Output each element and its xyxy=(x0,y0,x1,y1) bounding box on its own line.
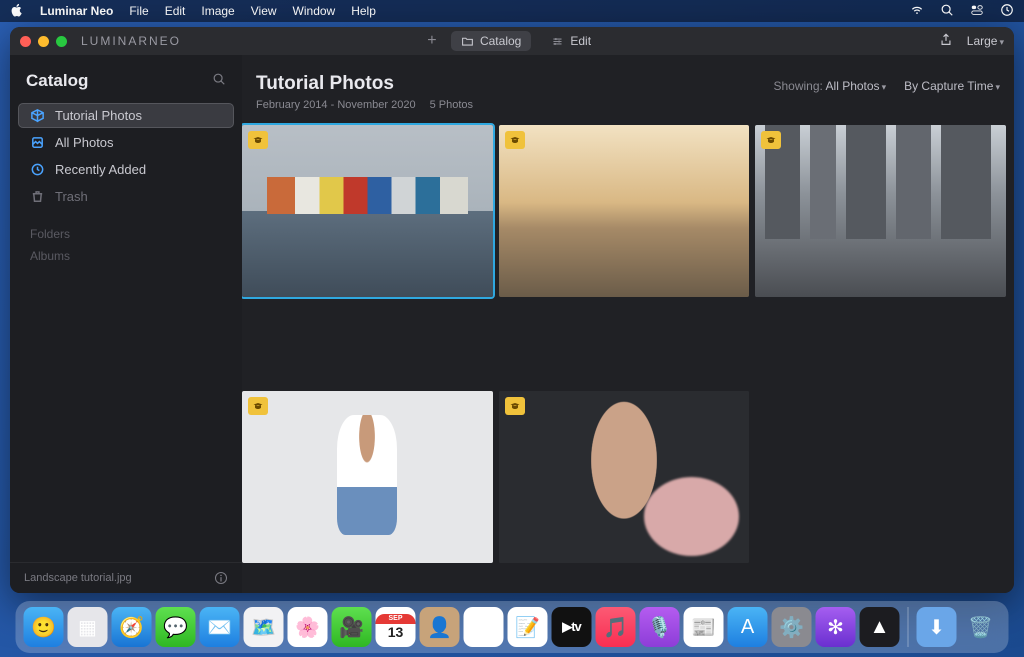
dock-icon-finder[interactable]: 🙂 xyxy=(24,607,64,647)
sidebar-item-label: Recently Added xyxy=(55,162,146,177)
app-logo: LUMINARNEO xyxy=(81,34,181,48)
dock-icon-downloads[interactable]: ⬇ xyxy=(917,607,957,647)
tutorial-badge-icon xyxy=(761,131,781,149)
dock-icon-messages[interactable]: 💬 xyxy=(156,607,196,647)
clock-icon xyxy=(30,162,45,177)
sidebar-item-trash[interactable]: Trash xyxy=(18,184,234,209)
minimize-button[interactable] xyxy=(38,36,49,47)
control-center-icon[interactable] xyxy=(970,3,984,20)
dock-icon-trash[interactable]: 🗑️ xyxy=(961,607,1001,647)
dock-icon-contacts[interactable]: 👤 xyxy=(420,607,460,647)
dock-icon-music[interactable]: 🎵 xyxy=(596,607,636,647)
dock-icon-mail[interactable]: ✉️ xyxy=(200,607,240,647)
photo-thumb[interactable] xyxy=(499,391,750,563)
dock-icon-photos[interactable]: 🌸 xyxy=(288,607,328,647)
sliders-icon xyxy=(551,35,564,48)
sidebar-item-label: Tutorial Photos xyxy=(55,108,142,123)
sidebar: Catalog Tutorial Photos All Photos Recen… xyxy=(10,55,242,593)
tutorial-badge-icon xyxy=(505,397,525,415)
page-title: Tutorial Photos xyxy=(256,73,473,95)
menubar-item-edit[interactable]: Edit xyxy=(165,4,186,18)
folder-icon xyxy=(461,35,474,48)
sidebar-item-tutorial-photos[interactable]: Tutorial Photos xyxy=(18,103,234,128)
zoom-button[interactable] xyxy=(56,36,67,47)
tutorial-badge-icon xyxy=(505,131,525,149)
dock-icon-santa[interactable]: ✻ xyxy=(816,607,856,647)
dock-icon-safari[interactable]: 🧭 xyxy=(112,607,152,647)
size-dropdown[interactable]: Large▾ xyxy=(967,34,1004,48)
dock-separator xyxy=(908,607,909,647)
window-controls xyxy=(20,36,67,47)
wifi-icon[interactable] xyxy=(910,3,924,20)
info-icon[interactable] xyxy=(214,571,228,585)
main-area: Tutorial Photos February 2014 - November… xyxy=(242,55,1014,593)
dock-icon-news[interactable]: 📰 xyxy=(684,607,724,647)
close-button[interactable] xyxy=(20,36,31,47)
photo-thumb[interactable] xyxy=(499,125,750,297)
tutorial-badge-icon xyxy=(248,131,268,149)
photos-icon xyxy=(30,135,45,150)
footer-filename: Landscape tutorial.jpg xyxy=(24,572,132,584)
dock-icon-facetime[interactable]: 🎥 xyxy=(332,607,372,647)
sidebar-search-button[interactable] xyxy=(212,72,226,91)
date-range: February 2014 - November 2020 xyxy=(256,99,416,111)
clock-icon[interactable] xyxy=(1000,3,1014,20)
sidebar-item-recently-added[interactable]: Recently Added xyxy=(18,157,234,182)
app-window: LUMINARNEO + Catalog Edit Large▾ Catalog xyxy=(10,27,1014,593)
tab-edit-label: Edit xyxy=(570,34,591,48)
search-icon[interactable] xyxy=(940,3,954,20)
sidebar-item-label: All Photos xyxy=(55,135,114,150)
dock-icon-calendar[interactable]: SEP13 xyxy=(376,607,416,647)
menubar-item-view[interactable]: View xyxy=(251,4,277,18)
photo-thumb[interactable] xyxy=(755,125,1006,297)
menubar-item-window[interactable]: Window xyxy=(293,4,336,18)
photo-grid[interactable] xyxy=(242,121,1014,593)
tab-edit[interactable]: Edit xyxy=(541,31,601,51)
menubar-item-help[interactable]: Help xyxy=(351,4,376,18)
photo-thumb[interactable] xyxy=(242,125,493,297)
tab-catalog-label: Catalog xyxy=(480,34,521,48)
dock-icon-tv[interactable]: ▶tv xyxy=(552,607,592,647)
sort-dropdown[interactable]: By Capture Time▾ xyxy=(904,79,1000,93)
sidebar-section-albums[interactable]: Albums xyxy=(30,249,222,263)
tab-catalog[interactable]: Catalog xyxy=(451,31,531,51)
apple-icon[interactable] xyxy=(10,3,24,20)
dock-icon-podcasts[interactable]: 🎙️ xyxy=(640,607,680,647)
photo-count: 5 Photos xyxy=(430,99,473,111)
menubar-item-file[interactable]: File xyxy=(129,4,148,18)
dock-icon-luminar[interactable]: ▲ xyxy=(860,607,900,647)
tutorial-badge-icon xyxy=(248,397,268,415)
photo-thumb[interactable] xyxy=(242,391,493,563)
showing-filter[interactable]: Showing: All Photos▾ xyxy=(773,79,886,93)
dock-icon-reminders[interactable]: ☰ xyxy=(464,607,504,647)
dock-icon-notes[interactable]: 📝 xyxy=(508,607,548,647)
dock-icon-maps[interactable]: 🗺️ xyxy=(244,607,284,647)
sidebar-title: Catalog xyxy=(26,71,88,91)
sidebar-item-label: Trash xyxy=(55,189,88,204)
sidebar-section-folders[interactable]: Folders xyxy=(30,227,222,241)
cube-icon xyxy=(30,108,45,123)
add-button[interactable]: + xyxy=(423,32,441,50)
dock-icon-appstore[interactable]: A xyxy=(728,607,768,647)
dock: 🙂▦🧭💬✉️🗺️🌸🎥SEP13👤☰📝▶tv🎵🎙️📰A⚙️✻▲ ⬇🗑️ xyxy=(16,601,1009,653)
macos-menubar: Luminar Neo File Edit Image View Window … xyxy=(0,0,1024,22)
menubar-app-name[interactable]: Luminar Neo xyxy=(40,4,113,18)
menubar-item-image[interactable]: Image xyxy=(201,4,234,18)
dock-icon-launchpad[interactable]: ▦ xyxy=(68,607,108,647)
trash-icon xyxy=(30,189,45,204)
titlebar: LUMINARNEO + Catalog Edit Large▾ xyxy=(10,27,1014,55)
dock-icon-settings[interactable]: ⚙️ xyxy=(772,607,812,647)
share-button[interactable] xyxy=(939,33,953,50)
sidebar-item-all-photos[interactable]: All Photos xyxy=(18,130,234,155)
